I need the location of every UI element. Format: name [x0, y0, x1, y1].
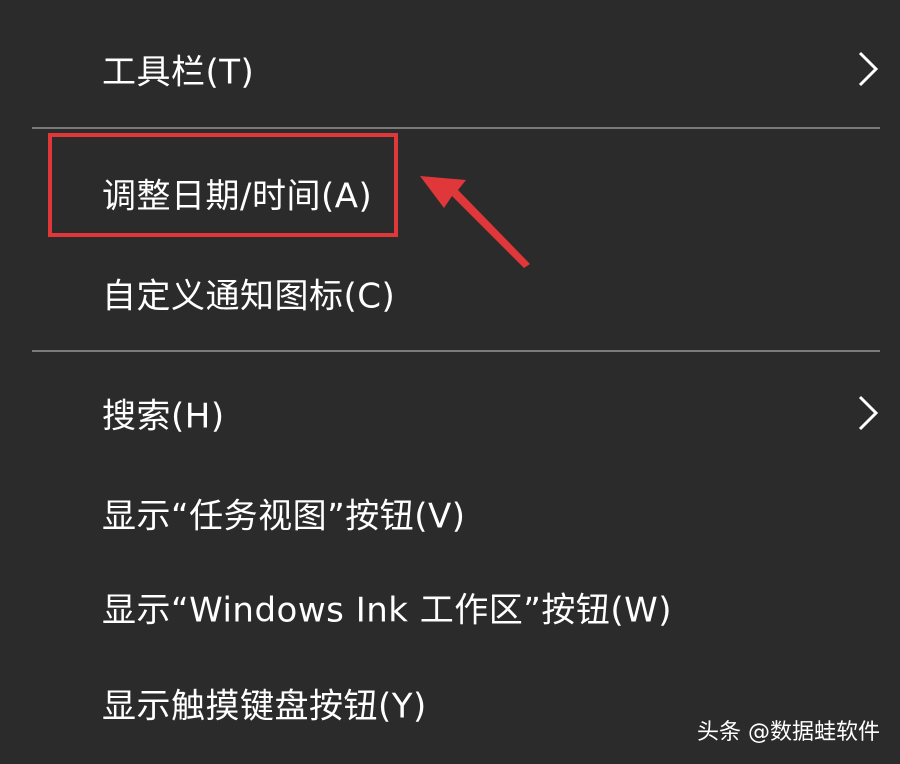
- menu-separator: [32, 127, 880, 129]
- menu-item-adjust-date-time[interactable]: 调整日期/时间(A): [0, 148, 900, 238]
- menu-separator: [32, 350, 880, 352]
- chevron-right-icon: [858, 395, 879, 431]
- menu-item-toolbar[interactable]: 工具栏(T): [0, 24, 900, 114]
- menu-item-label: 自定义通知图标(C): [102, 276, 396, 317]
- context-menu: 工具栏(T) 调整日期/时间(A) 自定义通知图标(C) 搜索(H) 显示“任务…: [0, 0, 900, 764]
- menu-item-label: 显示“任务视图”按钮(V): [102, 496, 466, 537]
- menu-item-search[interactable]: 搜索(H): [0, 368, 900, 458]
- menu-item-label: 搜索(H): [102, 396, 225, 437]
- menu-item-label: 显示触摸键盘按钮(Y): [102, 686, 427, 727]
- menu-item-show-windows-ink-button[interactable]: 显示“Windows Ink 工作区”按钮(W): [0, 562, 900, 652]
- menu-item-customize-notification-icons[interactable]: 自定义通知图标(C): [0, 248, 900, 338]
- menu-item-label: 工具栏(T): [102, 52, 255, 93]
- menu-item-label: 调整日期/时间(A): [102, 176, 373, 217]
- menu-item-show-task-view-button[interactable]: 显示“任务视图”按钮(V): [0, 468, 900, 558]
- chevron-right-icon: [858, 51, 879, 87]
- watermark: 头条 @数据蛙软件: [697, 720, 880, 745]
- menu-item-label: 显示“Windows Ink 工作区”按钮(W): [102, 590, 673, 631]
